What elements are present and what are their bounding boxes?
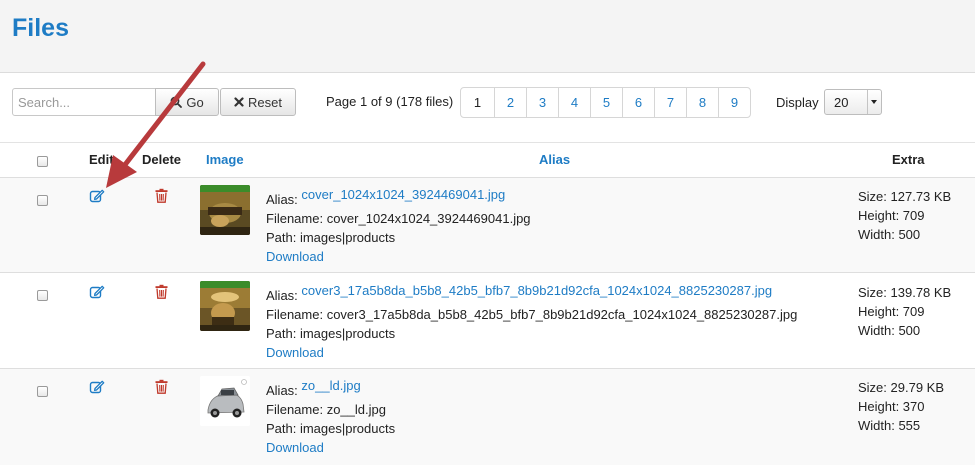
- file-extra: Size: 139.78 KB Height: 709 Width: 500: [858, 283, 951, 340]
- size-text: Size: 29.79 KB: [858, 378, 944, 397]
- height-text: Height: 709: [858, 206, 951, 225]
- alias-line: Alias: zo__ld.jpg: [266, 381, 395, 400]
- size-text: Size: 139.78 KB: [858, 283, 951, 302]
- file-thumbnail[interactable]: [200, 185, 250, 235]
- alias-link[interactable]: zo__ld.jpg: [301, 378, 360, 393]
- page-link-1[interactable]: 1: [461, 88, 494, 117]
- file-info: Alias: cover3_17a5b8da_b5b8_42b5_bfb7_8b…: [266, 286, 797, 362]
- filename-text: Filename: cover3_17a5b8da_b5b8_42b5_bfb7…: [266, 305, 797, 324]
- column-header-image[interactable]: Image: [206, 152, 244, 167]
- alias-line: Alias: cover3_17a5b8da_b5b8_42b5_bfb7_8b…: [266, 286, 797, 305]
- height-text: Height: 370: [858, 397, 944, 416]
- search-input[interactable]: [12, 88, 156, 116]
- filename-text: Filename: cover_1024x1024_3924469041.jpg: [266, 209, 531, 228]
- alias-line: Alias: cover_1024x1024_3924469041.jpg: [266, 190, 531, 209]
- path-text: Path: images|products: [266, 228, 531, 247]
- width-text: Width: 500: [858, 321, 951, 340]
- trash-icon[interactable]: [155, 188, 168, 203]
- edit-icon[interactable]: [89, 379, 105, 395]
- pagination: 1 2 3 4 5 6 7 8 9: [460, 87, 751, 118]
- page-link-2[interactable]: 2: [494, 88, 526, 117]
- display-select-value: 20: [834, 95, 848, 110]
- alias-link[interactable]: cover_1024x1024_3924469041.jpg: [301, 187, 505, 202]
- row-checkbox[interactable]: [37, 195, 48, 206]
- page-link-3[interactable]: 3: [526, 88, 558, 117]
- height-text: Height: 709: [858, 302, 951, 321]
- file-info: Alias: cover_1024x1024_3924469041.jpg Fi…: [266, 190, 531, 266]
- download-link[interactable]: Download: [266, 247, 531, 266]
- select-all-checkbox[interactable]: [37, 156, 48, 167]
- go-button[interactable]: Go: [155, 88, 219, 116]
- width-text: Width: 500: [858, 225, 951, 244]
- close-icon: [234, 97, 244, 107]
- page-link-7[interactable]: 7: [654, 88, 686, 117]
- page-link-4[interactable]: 4: [558, 88, 590, 117]
- page-title: Files: [12, 14, 69, 43]
- table-row: [0, 368, 975, 465]
- column-header-delete: Delete: [142, 152, 181, 167]
- path-text: Path: images|products: [266, 324, 797, 343]
- search-icon: [170, 96, 182, 108]
- alias-label: Alias:: [266, 192, 298, 207]
- trash-icon[interactable]: [155, 379, 168, 394]
- page-header: Files: [0, 0, 975, 73]
- alias-label: Alias:: [266, 383, 298, 398]
- row-checkbox[interactable]: [37, 290, 48, 301]
- file-extra: Size: 127.73 KB Height: 709 Width: 500: [858, 187, 951, 244]
- file-info: Alias: zo__ld.jpg Filename: zo__ld.jpg P…: [266, 381, 395, 457]
- path-text: Path: images|products: [266, 419, 395, 438]
- reset-button[interactable]: Reset: [220, 88, 296, 116]
- download-link[interactable]: Download: [266, 438, 395, 457]
- page-link-6[interactable]: 6: [622, 88, 654, 117]
- reset-button-label: Reset: [248, 95, 282, 110]
- trash-icon[interactable]: [155, 284, 168, 299]
- column-header-edit: Edit: [89, 152, 114, 167]
- size-text: Size: 127.73 KB: [858, 187, 951, 206]
- go-button-label: Go: [186, 95, 203, 110]
- display-select[interactable]: 20: [824, 89, 882, 115]
- chevron-down-icon: [867, 90, 881, 114]
- file-thumbnail[interactable]: [200, 376, 250, 426]
- download-link[interactable]: Download: [266, 343, 797, 362]
- width-text: Width: 555: [858, 416, 944, 435]
- alias-link[interactable]: cover3_17a5b8da_b5b8_42b5_bfb7_8b9b21d92…: [301, 283, 772, 298]
- file-extra: Size: 29.79 KB Height: 370 Width: 555: [858, 378, 944, 435]
- edit-icon[interactable]: [89, 188, 105, 204]
- column-header-alias[interactable]: Alias: [539, 152, 570, 167]
- page-link-9[interactable]: 9: [718, 88, 750, 117]
- filename-text: Filename: zo__ld.jpg: [266, 400, 395, 419]
- edit-icon[interactable]: [89, 284, 105, 300]
- page-link-8[interactable]: 8: [686, 88, 718, 117]
- file-thumbnail[interactable]: [200, 281, 250, 331]
- row-checkbox[interactable]: [37, 386, 48, 397]
- alias-label: Alias:: [266, 288, 298, 303]
- column-header-extra: Extra: [892, 152, 925, 167]
- display-label: Display: [776, 95, 819, 110]
- pagination-info: Page 1 of 9 (178 files): [326, 94, 453, 109]
- page-link-5[interactable]: 5: [590, 88, 622, 117]
